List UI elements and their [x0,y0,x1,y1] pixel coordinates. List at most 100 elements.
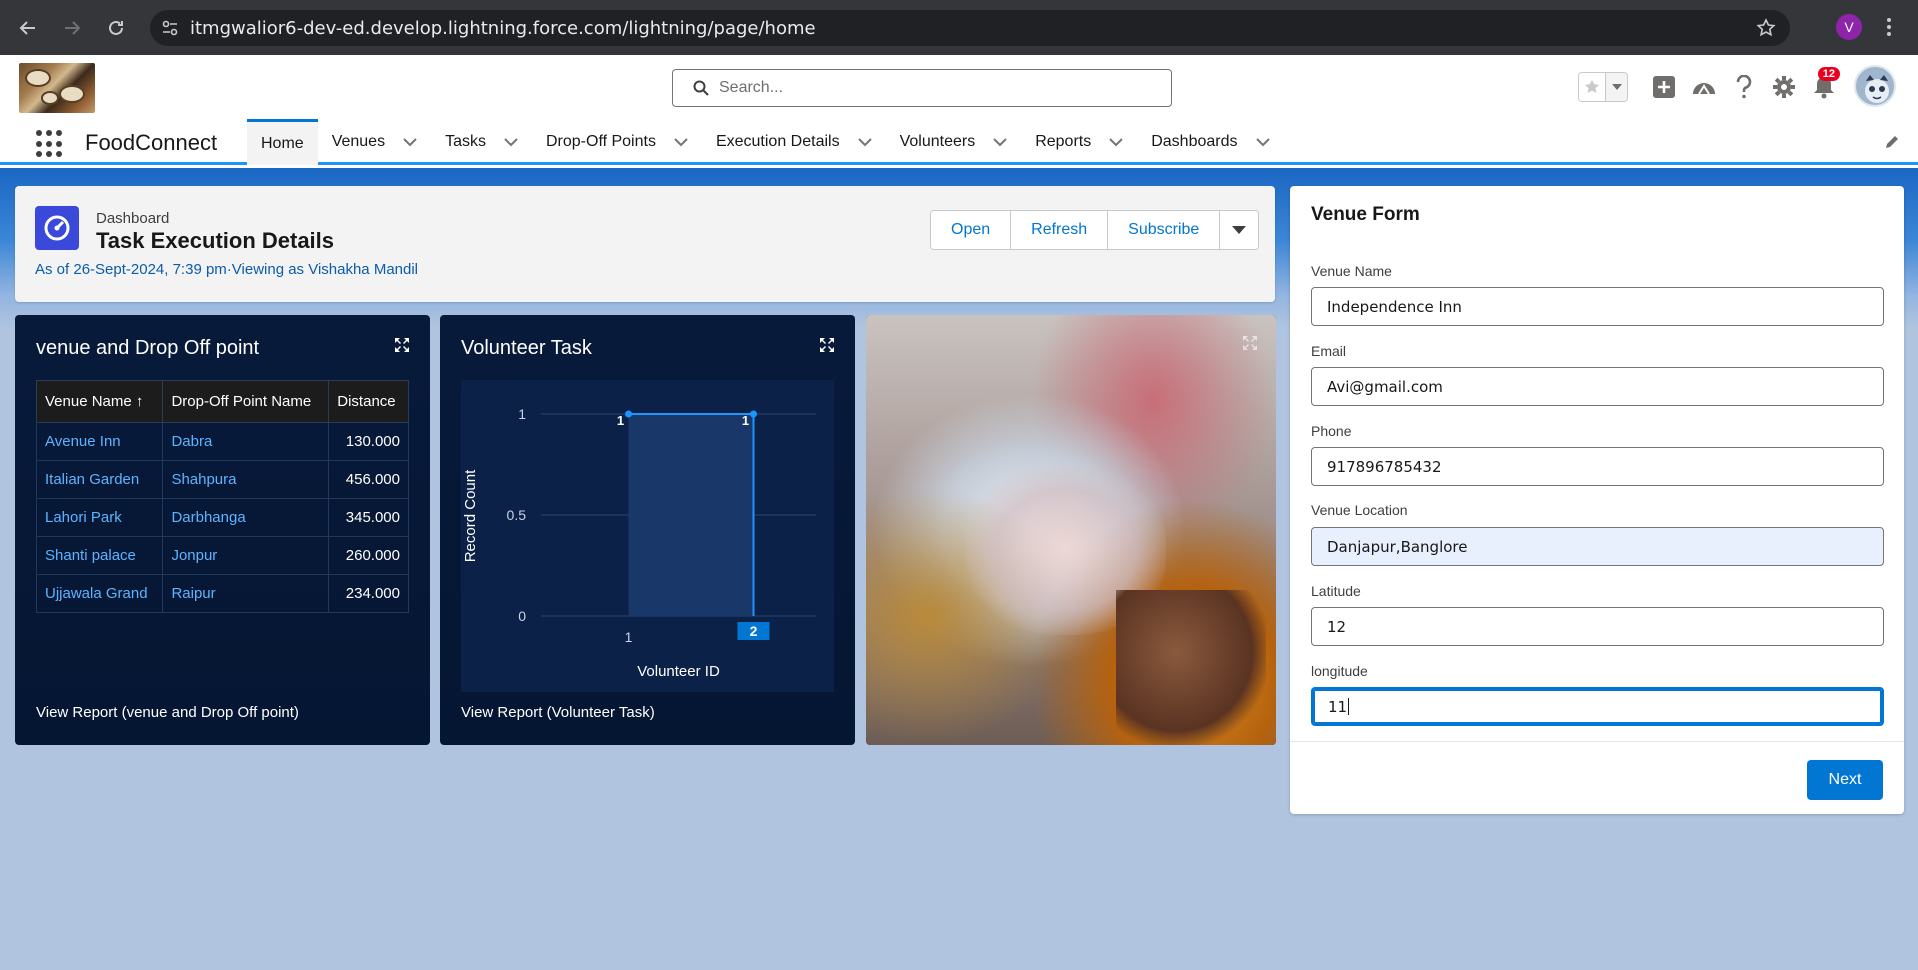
dashboard-header: Dashboard Task Execution Details As of 2… [15,186,1275,302]
subscribe-button[interactable]: Subscribe [1108,211,1221,249]
column-header-distance[interactable]: Distance [328,380,409,423]
reload-icon[interactable] [94,6,138,50]
open-button[interactable]: Open [931,211,1012,249]
org-logo[interactable] [19,63,95,113]
setup-gear-icon[interactable] [1764,75,1804,99]
dashboard-subtitle: As of 26-Sept-2024, 7:39 pm·Viewing as V… [35,261,419,278]
dashboard-type-label: Dashboard [96,210,170,227]
venue-name-label: Venue Name [1311,263,1392,279]
chevron-down-icon[interactable] [857,137,872,147]
email-input[interactable]: Avi@gmail.com [1311,367,1884,406]
nav-tab-home[interactable]: Home [247,119,318,165]
nav-tab-reports[interactable]: Reports [1021,119,1137,165]
table-row: Ujjawala Grand Raipur 234.000 [35,574,409,613]
drop-off-link[interactable]: Jonpur [162,536,330,575]
venue-link[interactable]: Shanti palace [35,536,164,575]
nav-tab-tasks[interactable]: Tasks [431,119,532,165]
expand-icon[interactable] [394,337,410,358]
address-bar[interactable]: itmgwalior6-dev-ed.develop.lightning.for… [150,10,1790,46]
venue-link[interactable]: Italian Garden [35,460,164,499]
back-icon[interactable] [6,6,50,50]
more-actions-dropdown[interactable] [1220,211,1259,249]
notifications-bell-icon[interactable]: 12 [1804,67,1844,99]
nav-tab-drop-off-points[interactable]: Drop-Off Points [532,119,702,165]
nav-tab-dashboards[interactable]: Dashboards [1137,119,1283,165]
form-divider [1290,741,1904,742]
app-launcher-icon[interactable] [36,130,64,158]
y-tick-label: 0 [518,608,526,624]
dashboard-button-group: Open Refresh Subscribe [930,210,1260,250]
edit-nav-pencil-icon[interactable] [1884,134,1900,155]
table-row: Avenue Inn Dabra 130.000 [35,422,409,461]
browser-profile-avatar[interactable]: V [1836,14,1862,40]
drop-off-link[interactable]: Raipur [162,574,330,613]
distance-cell: 456.000 [328,460,409,499]
longitude-input[interactable]: 11 [1311,687,1884,726]
form-title: Venue Form [1311,204,1420,225]
chevron-down-icon[interactable] [1109,137,1123,147]
column-header-venue-name[interactable]: Venue Name ↑ [35,380,164,423]
longitude-value: 11 [1328,697,1348,716]
phone-input[interactable]: 917896785432 [1311,447,1884,486]
global-header: Search... 12 [0,55,1918,119]
table-row: Lahori Park Darbhanga 345.000 [35,498,409,537]
browser-menu-icon[interactable] [1886,16,1892,43]
longitude-label: longitude [1311,663,1368,679]
view-report-link[interactable]: View Report (Volunteer Task) [461,704,655,721]
latitude-label: Latitude [1311,583,1361,599]
nav-tab-venues[interactable]: Venues [318,119,431,165]
next-button[interactable]: Next [1807,760,1883,800]
help-icon[interactable] [1724,75,1764,99]
venue-name-input[interactable]: Independence Inn [1311,287,1884,326]
favorites-star-icon[interactable] [1579,73,1605,101]
latitude-input[interactable]: 12 [1311,607,1884,646]
nav-tab-label: Drop-Off Points [545,133,656,150]
favorites-group [1578,72,1628,102]
chevron-down-icon[interactable] [504,137,518,147]
dashboard-title: Task Execution Details [96,228,335,253]
nav-tab-label: Home [261,134,304,152]
chevron-down-icon[interactable] [403,137,417,147]
nav-tab-label: Execution Details [715,133,840,150]
column-header-drop-off-point[interactable]: Drop-Off Point Name [162,380,330,423]
nav-tab-execution-details[interactable]: Execution Details [702,119,886,165]
venue-location-label: Venue Location [1311,502,1408,518]
venue-link[interactable]: Ujjawala Grand [35,574,164,613]
data-label: 1 [617,413,624,428]
expand-icon[interactable] [1242,335,1258,356]
phone-label: Phone [1311,423,1352,439]
data-point [625,410,632,418]
chevron-down-icon[interactable] [993,137,1007,147]
refresh-button[interactable]: Refresh [1011,211,1109,249]
global-search-input[interactable]: Search... [672,69,1172,107]
view-report-link[interactable]: View Report (venue and Drop Off point) [36,704,299,721]
volunteer-task-widget: Volunteer Task 0 0.5 1 1 1 1 2 Volunteer ID Reco… [440,315,855,745]
drop-off-link[interactable]: Darbhanga [162,498,330,537]
chevron-down-icon[interactable] [674,137,688,147]
expand-icon[interactable] [819,337,835,358]
venue-link[interactable]: Lahori Park [35,498,164,537]
drop-off-link[interactable]: Shahpura [162,460,330,499]
venue-form: Venue Form Venue Name Independence Inn E… [1290,186,1904,814]
nav-tab-volunteers[interactable]: Volunteers [886,119,1022,165]
chevron-down-icon[interactable] [1255,137,1270,147]
caret-down-icon [1232,226,1247,234]
drop-off-link[interactable]: Dabra [162,422,330,461]
trailhead-icon[interactable] [1684,76,1724,98]
bookmark-star-icon[interactable] [1756,18,1776,43]
venue-link[interactable]: Avenue Inn [35,422,164,461]
food-donation-photo [866,315,1276,745]
browser-toolbar: itmgwalior6-dev-ed.develop.lightning.for… [0,0,1918,55]
favorites-dropdown-icon[interactable] [1605,73,1627,101]
user-avatar[interactable] [1854,65,1896,107]
venue-dropoff-table: Venue Name ↑ Drop-Off Point Name Distanc… [35,380,409,613]
global-actions-icon[interactable] [1644,75,1684,99]
app-name: FoodConnect [85,130,218,155]
chart-svg: 0 0.5 1 1 1 1 2 Volunteer ID Record Count [462,406,816,680]
area-fill [628,414,754,616]
url-text: itmgwalior6-dev-ed.develop.lightning.for… [190,17,816,39]
venue-location-input[interactable]: Danjapur,Banglore [1311,527,1884,566]
forward-icon[interactable] [50,6,94,50]
site-info-icon[interactable] [150,19,190,37]
notification-badge: 12 [1817,67,1840,81]
